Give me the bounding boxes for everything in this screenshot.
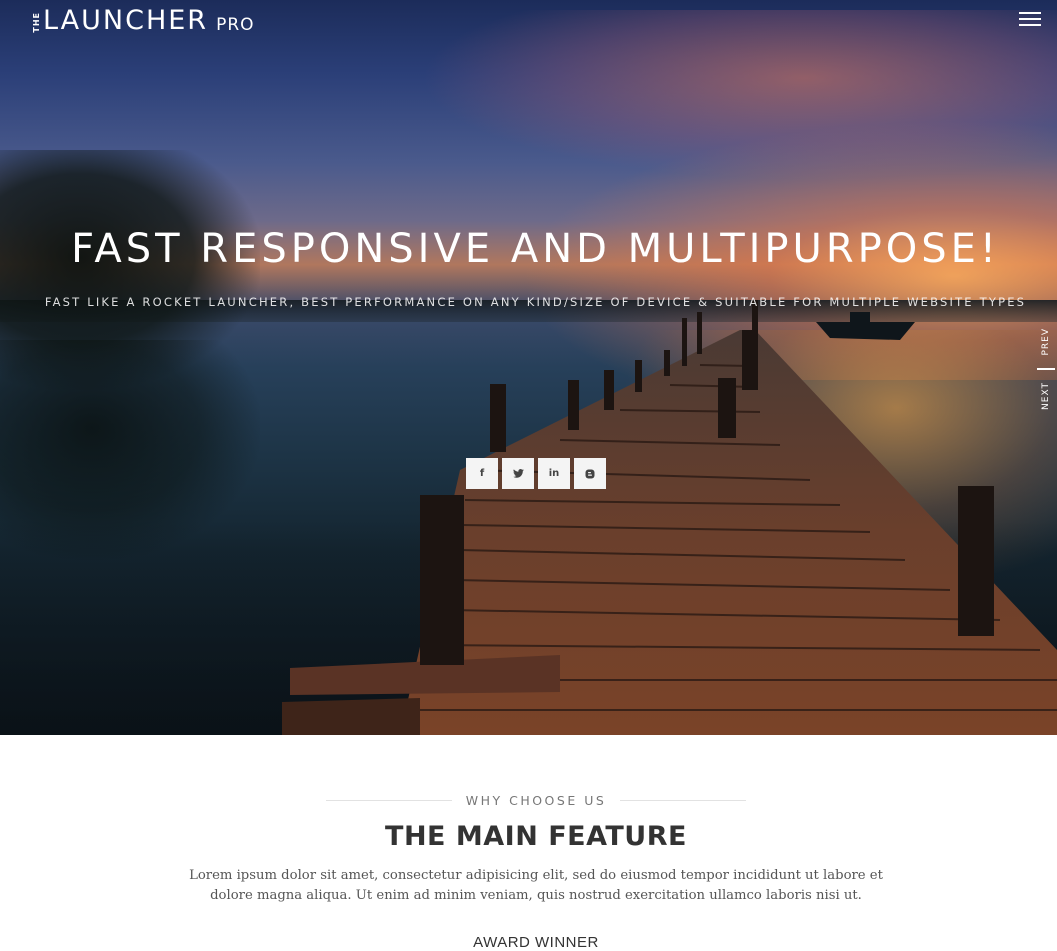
eyebrow-line-right — [620, 800, 747, 801]
twitter-bird-glyph — [512, 469, 524, 478]
next-slide-link[interactable]: NEXT — [1041, 382, 1051, 410]
eyebrow-row: WHY CHOOSE US — [326, 793, 747, 808]
hero-section: THE LAUNCHER PRO FAST RESPONSIVE AND MUL… — [0, 0, 1057, 735]
prev-slide-link[interactable]: PREV — [1041, 328, 1051, 356]
menu-bar — [1019, 12, 1041, 14]
blogger-glyph — [585, 469, 595, 478]
logo-pro-text: PRO — [216, 15, 255, 35]
menu-bar — [1019, 24, 1041, 26]
site-logo[interactable]: THE LAUNCHER PRO — [32, 6, 255, 36]
section-title: THE MAIN FEATURE — [385, 821, 687, 852]
award-heading: AWARD WINNER — [473, 934, 599, 951]
blogger-icon[interactable] — [574, 458, 606, 489]
hamburger-menu-icon[interactable] — [1019, 12, 1041, 26]
pier-image — [282, 300, 1057, 735]
hero-title: FAST RESPONSIVE AND MULTIPURPOSE! — [71, 226, 1000, 272]
feature-section: WHY CHOOSE US THE MAIN FEATURE Lorem ips… — [0, 735, 1057, 951]
slider-side-nav: PREV NEXT — [1027, 320, 1057, 415]
side-nav-divider — [1037, 368, 1055, 370]
logo-the-text: THE — [32, 12, 41, 33]
twitter-icon[interactable] — [502, 458, 534, 489]
logo-main-text: LAUNCHER — [43, 5, 209, 36]
social-links: f in — [466, 458, 606, 489]
eyebrow-line-left — [326, 800, 452, 801]
hero-subtitle: FAST LIKE A ROCKET LAUNCHER, BEST PERFOR… — [44, 295, 1027, 309]
linkedin-icon[interactable]: in — [538, 458, 570, 489]
section-eyebrow: WHY CHOOSE US — [465, 793, 607, 808]
menu-bar — [1019, 18, 1041, 20]
facebook-icon[interactable]: f — [466, 458, 498, 489]
section-description: Lorem ipsum dolor sit amet, consectetur … — [189, 868, 883, 903]
